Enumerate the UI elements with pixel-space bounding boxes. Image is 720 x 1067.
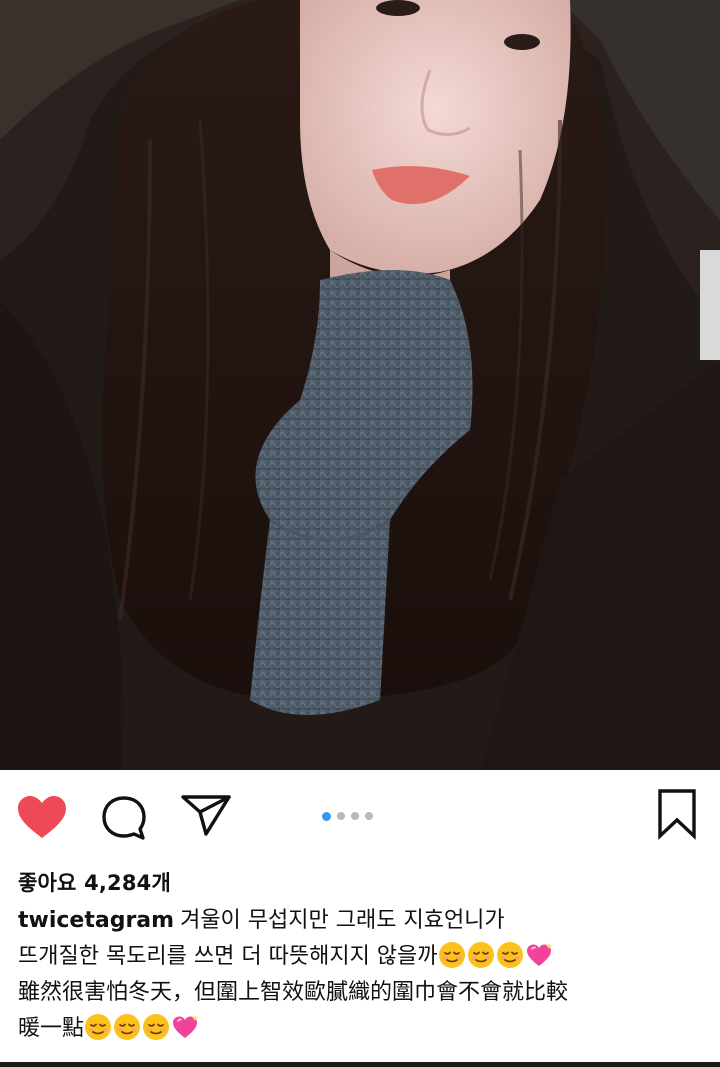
heart-filled-icon xyxy=(16,794,68,844)
carousel-dot-active xyxy=(322,811,331,821)
caption-line-4: 暖一點 xyxy=(18,1011,708,1047)
relieved-face-emoji-icon xyxy=(84,1013,112,1041)
caption-text-4: 暖一點 xyxy=(18,1016,85,1041)
caption-text-2: 뜨개질한 목도리를 쓰면 더 따뜻해지지 않을까 xyxy=(18,944,438,969)
paper-plane-icon xyxy=(180,793,232,841)
relieved-face-emoji-icon xyxy=(467,941,495,969)
likes-count[interactable]: 좋아요 4,284개 xyxy=(18,867,171,897)
speech-bubble-icon xyxy=(100,794,148,846)
bookmark-icon xyxy=(655,788,699,844)
caption-line-1: twicetagram 겨울이 무섭지만 그래도 지효언니가 xyxy=(18,903,708,939)
caption-line-2: 뜨개질한 목도리를 쓰면 더 따뜻해지지 않을까 xyxy=(18,939,708,975)
post-action-bar xyxy=(0,770,720,858)
caption-text-3: 雖然很害怕冬天，但圍上智效歐膩織的圍巾會不會就比較 xyxy=(18,980,569,1005)
like-button[interactable] xyxy=(14,794,70,844)
carousel-dot xyxy=(337,812,345,820)
post-photo[interactable] xyxy=(0,0,720,770)
caption-text-1: 겨울이 무섭지만 그래도 지효언니가 xyxy=(180,908,505,933)
relieved-face-emoji-icon xyxy=(496,941,524,969)
carousel-dot xyxy=(365,812,373,820)
save-button[interactable] xyxy=(650,788,704,844)
carousel-indicator xyxy=(322,810,398,822)
sparkling-heart-emoji-icon xyxy=(525,941,553,969)
photo-illustration xyxy=(0,0,720,770)
username-link[interactable]: twicetagram xyxy=(18,908,174,933)
post-caption: twicetagram 겨울이 무섭지만 그래도 지효언니가 뜨개질한 목도리를 … xyxy=(18,903,708,1047)
share-button[interactable] xyxy=(178,794,234,840)
relieved-face-emoji-icon xyxy=(438,941,466,969)
carousel-dot xyxy=(351,812,359,820)
caption-line-3: 雖然很害怕冬天，但圍上智效歐膩織的圍巾會不會就比較 xyxy=(18,975,708,1011)
comment-button[interactable] xyxy=(98,794,150,846)
sparkling-heart-emoji-icon xyxy=(171,1013,199,1041)
relieved-face-emoji-icon xyxy=(113,1013,141,1041)
relieved-face-emoji-icon xyxy=(142,1013,170,1041)
bottom-divider xyxy=(0,1062,720,1067)
